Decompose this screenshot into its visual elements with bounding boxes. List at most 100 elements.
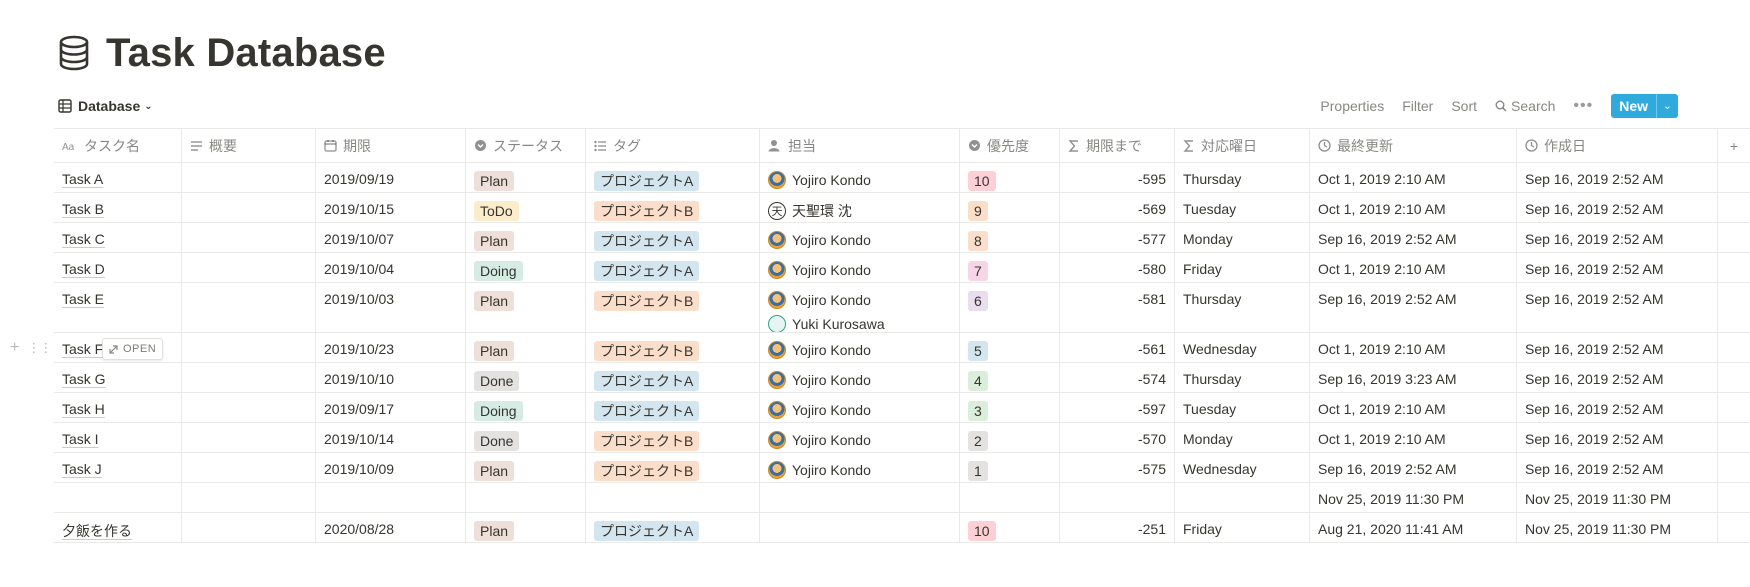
cell-due-date[interactable]: 2019/10/10 [316,363,466,392]
table-row[interactable]: Task I 2019/10/14 Done プロジェクトB Yojiro Kondo 2… [54,423,1750,453]
cell-priority[interactable]: 9 [960,193,1060,222]
cell-owner[interactable]: Yojiro Kondo [760,363,960,392]
cell-status[interactable]: ToDo [466,193,586,222]
task-name[interactable]: Task I [62,431,99,447]
column-header-10[interactable]: 作成日 [1517,129,1718,162]
cell-tag[interactable]: プロジェクトB [586,283,760,332]
row-drag-handle[interactable]: + ⋮⋮ [10,339,52,357]
cell-owner[interactable] [760,483,960,512]
cell-summary[interactable] [182,163,316,192]
cell-due-date[interactable] [316,483,466,512]
cell-status[interactable]: Plan [466,513,586,542]
cell-priority[interactable]: 4 [960,363,1060,392]
column-header-2[interactable]: 期限 [316,129,466,162]
cell-task-name[interactable]: Task G [54,363,182,392]
cell-due-date[interactable]: 2019/10/14 [316,423,466,452]
cell-task-name[interactable]: Task J [54,453,182,482]
new-button[interactable]: New [1611,94,1656,118]
cell-summary[interactable] [182,483,316,512]
new-dropdown-chevron-icon[interactable]: ⌄ [1656,94,1678,118]
task-name[interactable]: Task G [62,371,106,387]
cell-priority[interactable]: 2 [960,423,1060,452]
cell-tag[interactable]: プロジェクトA [586,163,760,192]
cell-due-date[interactable]: 2019/09/19 [316,163,466,192]
more-options-icon[interactable]: ••• [1573,97,1593,115]
open-button[interactable]: OPEN [102,338,164,360]
cell-summary[interactable] [182,223,316,252]
cell-summary[interactable] [182,193,316,222]
cell-status[interactable]: Plan [466,223,586,252]
table-row[interactable]: Task C 2019/10/07 Plan プロジェクトA Yojiro Kondo 8… [54,223,1750,253]
cell-priority[interactable]: 8 [960,223,1060,252]
cell-tag[interactable]: プロジェクトB [586,333,760,362]
cell-owner[interactable]: Yojiro Kondo [760,223,960,252]
cell-status[interactable]: Plan [466,453,586,482]
column-header-5[interactable]: 担当 [760,129,960,162]
cell-owner[interactable]: Yojiro Kondo [760,253,960,282]
cell-tag[interactable]: プロジェクトA [586,513,760,542]
cell-owner[interactable]: Yojiro Kondo [760,163,960,192]
drag-handle-icon[interactable]: ⋮⋮ [27,340,52,356]
column-header-8[interactable]: 対応曜日 [1175,129,1310,162]
cell-task-name[interactable] [54,483,182,512]
cell-task-name[interactable]: Task C [54,223,182,252]
filter-button[interactable]: Filter [1402,98,1433,114]
cell-summary[interactable] [182,333,316,362]
cell-summary[interactable] [182,253,316,282]
cell-status[interactable]: Doing [466,393,586,422]
cell-due-date[interactable]: 2019/09/17 [316,393,466,422]
cell-status[interactable]: Done [466,423,586,452]
cell-priority[interactable]: 10 [960,163,1060,192]
task-name[interactable]: Task H [62,401,105,417]
cell-due-date[interactable]: 2019/10/09 [316,453,466,482]
sort-button[interactable]: Sort [1451,98,1477,114]
task-name[interactable]: Task F [62,341,103,357]
cell-summary[interactable] [182,363,316,392]
cell-status[interactable]: Done [466,363,586,392]
cell-summary[interactable] [182,513,316,542]
cell-task-name[interactable]: Task E [54,283,182,332]
cell-owner[interactable]: Yojiro Kondo [760,453,960,482]
cell-status[interactable] [466,483,586,512]
cell-due-date[interactable]: 2019/10/23 [316,333,466,362]
cell-tag[interactable]: プロジェクトB [586,423,760,452]
task-name[interactable]: Task A [62,171,103,187]
cell-owner[interactable]: 天天聖環 沈 [760,193,960,222]
table-row[interactable]: 夕飯を作る 2020/08/28 Plan プロジェクトA 10 -251 Friday Au… [54,513,1750,543]
cell-priority[interactable]: 1 [960,453,1060,482]
table-row[interactable]: Task A 2019/09/19 Plan プロジェクトA Yojiro Kondo 1… [54,163,1750,193]
table-row[interactable]: OPEN + ⋮⋮ Task F 2019/10/23 Plan プロジェクトB Yojiro… [10,333,1750,363]
column-header-4[interactable]: タグ [586,129,760,162]
cell-tag[interactable]: プロジェクトA [586,393,760,422]
cell-summary[interactable] [182,423,316,452]
table-row[interactable]: Task D 2019/10/04 Doing プロジェクトA Yojiro Kondo… [54,253,1750,283]
cell-due-date[interactable]: 2019/10/04 [316,253,466,282]
add-column-button[interactable]: + [1718,129,1750,162]
view-switcher[interactable]: Database ⌄ [58,98,153,114]
cell-priority[interactable]: 7 [960,253,1060,282]
table-row[interactable]: Nov 25, 2019 11:30 PM Nov 25, 2019 11:30 … [54,483,1750,513]
cell-tag[interactable] [586,483,760,512]
column-header-7[interactable]: 期限まで [1060,129,1175,162]
cell-priority[interactable] [960,483,1060,512]
cell-priority[interactable]: 5 [960,333,1060,362]
task-name[interactable]: Task C [62,231,105,247]
cell-tag[interactable]: プロジェクトA [586,363,760,392]
cell-summary[interactable] [182,283,316,332]
table-row[interactable]: Task J 2019/10/09 Plan プロジェクトB Yojiro Kondo 1… [54,453,1750,483]
cell-tag[interactable]: プロジェクトB [586,193,760,222]
table-row[interactable]: Task G 2019/10/10 Done プロジェクトA Yojiro Kondo 4… [54,363,1750,393]
cell-status[interactable]: Plan [466,163,586,192]
cell-tag[interactable]: プロジェクトA [586,223,760,252]
cell-priority[interactable]: 3 [960,393,1060,422]
cell-task-name[interactable]: Task D [54,253,182,282]
cell-owner[interactable]: Yojiro Kondo Yuki Kurosawa [760,283,960,332]
table-row[interactable]: Task H 2019/09/17 Doing プロジェクトA Yojiro Kondo… [54,393,1750,423]
cell-due-date[interactable]: 2019/10/03 [316,283,466,332]
cell-owner[interactable] [760,513,960,542]
page-title[interactable]: Task Database [106,31,386,76]
cell-owner[interactable]: Yojiro Kondo [760,333,960,362]
cell-priority[interactable]: 6 [960,283,1060,332]
cell-due-date[interactable]: 2019/10/15 [316,193,466,222]
column-header-1[interactable]: 概要 [182,129,316,162]
